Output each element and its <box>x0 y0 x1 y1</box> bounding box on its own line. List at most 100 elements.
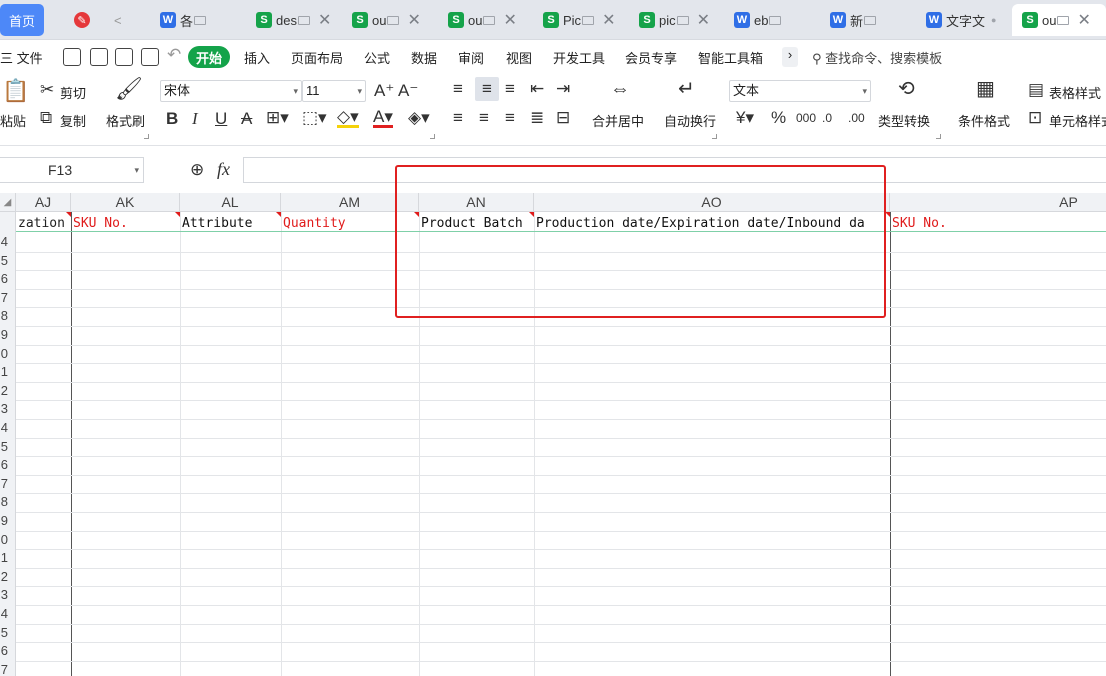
tab-pdf[interactable]: ✎ <box>62 4 100 36</box>
row-header[interactable]: 3 <box>0 400 16 418</box>
undo-icon[interactable]: ↶ <box>167 45 181 65</box>
cut-button[interactable]: 剪切 <box>60 83 86 102</box>
tab-doc[interactable]: W 新 <box>820 4 908 36</box>
copy-button[interactable]: 复制 <box>60 111 86 130</box>
tab-scroll-left[interactable]: < <box>104 4 142 36</box>
wrap-text-icon[interactable]: ↵ <box>678 79 695 99</box>
tab-sheet[interactable]: S pic ✕ <box>629 4 717 36</box>
close-icon[interactable]: ✕ <box>697 10 710 30</box>
row-header[interactable]: 4 <box>0 233 16 251</box>
align-top-icon[interactable]: ≡ <box>453 80 463 98</box>
row-header[interactable]: 4 <box>0 605 16 623</box>
row-header[interactable]: 7 <box>0 289 16 307</box>
menu-data[interactable]: 数据 <box>411 48 437 67</box>
merge-center-button[interactable]: 合并居中 <box>592 111 644 130</box>
scissors-icon[interactable]: ✂ <box>40 81 54 99</box>
save-icon[interactable] <box>63 48 81 66</box>
tab-active-sheet[interactable]: S ou ✕ <box>1012 4 1106 36</box>
row-header[interactable]: 5 <box>0 252 16 270</box>
number-format-select[interactable]: 文本 ▾ <box>729 80 871 102</box>
row-header[interactable]: 5 <box>0 438 16 456</box>
menu-view[interactable]: 视图 <box>506 48 532 67</box>
font-launcher-icon[interactable] <box>430 134 435 139</box>
menu-file[interactable]: 三 文件 <box>0 48 43 67</box>
decrease-indent-icon[interactable]: ⇤ <box>530 80 544 98</box>
border-icon[interactable]: ⊞▾ <box>266 109 289 127</box>
format-painter-icon[interactable]: 🖌 <box>115 78 143 100</box>
font-size-select[interactable]: 11 ▾ <box>302 80 366 102</box>
row-header[interactable]: 8 <box>0 493 16 511</box>
table-style-button[interactable]: 表格样式 <box>1049 83 1101 102</box>
tab-doc[interactable]: W 各 <box>150 4 238 36</box>
alignment-launcher-icon[interactable] <box>712 134 717 139</box>
row-header[interactable]: 5 <box>0 624 16 642</box>
menu-smart-tools[interactable]: 智能工具箱 <box>698 48 763 67</box>
cell-style-icon[interactable]: ⊡ <box>1028 109 1042 127</box>
clipboard-launcher-icon[interactable] <box>144 134 149 139</box>
name-box[interactable]: F13 ▾ <box>0 157 144 183</box>
paste-icon[interactable]: 📋 <box>2 80 29 102</box>
row-header[interactable]: 9 <box>0 512 16 530</box>
menu-formulas[interactable]: 公式 <box>364 48 390 67</box>
row-header[interactable]: 7 <box>0 475 16 493</box>
conditional-format-icon[interactable]: ▦ <box>976 79 995 99</box>
type-convert-icon[interactable]: ⟲ <box>898 79 915 99</box>
zoom-search-icon[interactable]: ⊕ <box>190 161 204 179</box>
row-header[interactable]: 2 <box>0 568 16 586</box>
conditional-format-button[interactable]: 条件格式 <box>958 111 1010 130</box>
tab-start[interactable]: 开始 <box>188 46 230 68</box>
column-header-al[interactable]: AL <box>180 193 281 212</box>
row-header[interactable]: 4 <box>0 419 16 437</box>
decrease-font-icon[interactable]: A⁻ <box>398 82 418 100</box>
tab-sheet[interactable]: S ou ✕ <box>438 4 526 36</box>
table-style-icon[interactable]: ▤ <box>1028 81 1044 99</box>
increase-decimal-icon[interactable]: .0 <box>822 109 832 127</box>
close-icon[interactable]: ✕ <box>503 10 516 30</box>
row-header[interactable]: 3 <box>0 586 16 604</box>
increase-indent-icon[interactable]: ⇥ <box>556 80 570 98</box>
comment-indicator[interactable] <box>175 212 180 217</box>
increase-font-icon[interactable]: A⁺ <box>374 82 394 100</box>
underline-icon[interactable]: U <box>215 110 227 128</box>
column-header-ap[interactable]: AP <box>890 193 1106 212</box>
italic-icon[interactable]: I <box>192 110 198 128</box>
row-header[interactable]: 2 <box>0 382 16 400</box>
type-convert-button[interactable]: 类型转换 <box>878 111 930 130</box>
column-header-ak[interactable]: AK <box>71 193 180 212</box>
select-all-corner[interactable]: ◢ <box>0 193 16 212</box>
tab-sheet[interactable]: S des ✕ <box>246 4 334 36</box>
number-launcher-icon[interactable] <box>936 134 941 139</box>
row-header[interactable]: 1 <box>0 549 16 567</box>
cell-style-button[interactable]: 单元格样式 <box>1049 111 1106 130</box>
function-icon[interactable]: fx <box>217 160 230 178</box>
menu-insert[interactable]: 插入 <box>244 48 270 67</box>
comment-indicator[interactable] <box>66 212 71 217</box>
copy-icon[interactable]: ⧉ <box>40 109 52 127</box>
strikethrough-icon[interactable]: A <box>241 110 252 128</box>
print-preview-icon[interactable] <box>141 48 159 66</box>
tab-doc[interactable]: W 文字文 ● <box>916 4 1008 36</box>
menu-member[interactable]: 会员专享 <box>625 48 677 67</box>
clear-format-icon[interactable]: ◈▾ <box>408 109 430 127</box>
row-header[interactable]: 7 <box>0 661 16 676</box>
print-icon[interactable] <box>115 48 133 66</box>
close-icon[interactable]: ✕ <box>318 10 331 30</box>
thousands-separator-icon[interactable]: 000 <box>796 109 816 127</box>
align-right-icon[interactable]: ≡ <box>505 109 515 127</box>
paste-button[interactable]: 粘贴 <box>0 111 26 130</box>
fill-color-icon[interactable]: ◇▾ <box>337 108 359 128</box>
row-header[interactable]: 6 <box>0 270 16 288</box>
merge-center-icon[interactable]: ⇔ <box>610 79 630 99</box>
font-color-icon[interactable]: A▾ <box>373 108 393 128</box>
close-icon[interactable]: ✕ <box>602 10 615 30</box>
align-center-icon[interactable]: ≡ <box>479 109 489 127</box>
menu-page-layout[interactable]: 页面布局 <box>291 48 343 67</box>
align-bottom-icon[interactable]: ≡ <box>505 80 515 98</box>
bold-icon[interactable]: B <box>166 110 178 128</box>
row-header[interactable]: 8 <box>0 307 16 325</box>
tab-sheet[interactable]: S ou ✕ <box>342 4 430 36</box>
more-menu-chevron-icon[interactable]: › <box>782 47 798 67</box>
menu-developer[interactable]: 开发工具 <box>553 48 605 67</box>
justify-icon[interactable]: ≣ <box>530 109 544 127</box>
distributed-align-icon[interactable]: ⊟ <box>556 109 570 127</box>
